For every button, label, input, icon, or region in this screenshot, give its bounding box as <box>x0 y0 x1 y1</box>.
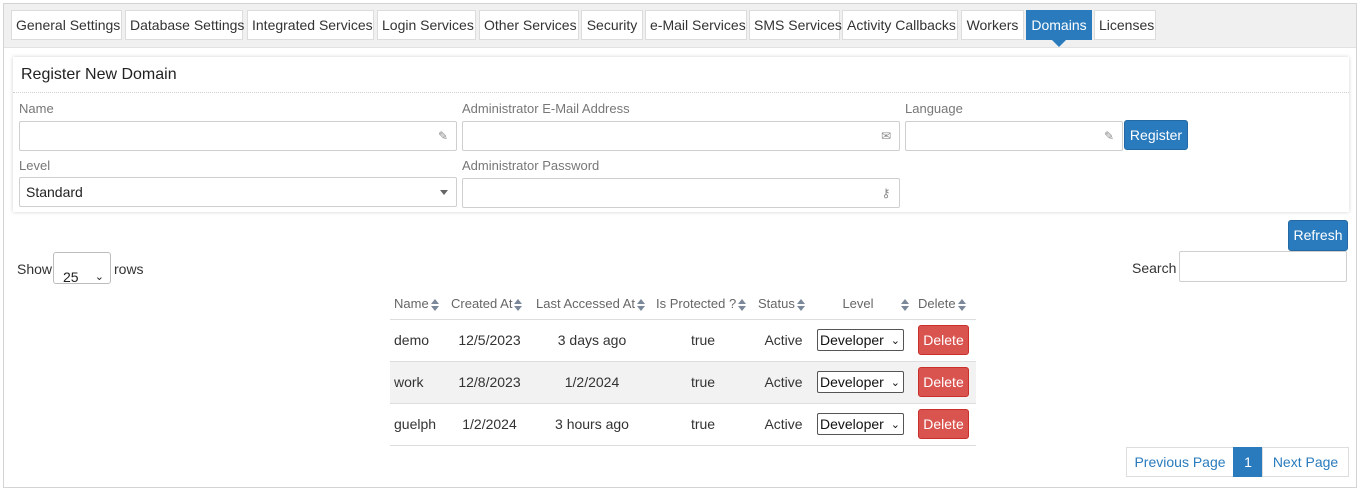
page-1-button[interactable]: 1 <box>1233 447 1263 477</box>
email-label: Administrator E-Mail Address <box>462 101 630 116</box>
tab-domains[interactable]: Domains <box>1026 10 1092 47</box>
tab-login-services[interactable]: Login Services <box>377 10 476 40</box>
active-tab-caret <box>1051 39 1067 47</box>
pencil-icon: ✎ <box>1103 129 1115 143</box>
chevron-down-icon: ⌄ <box>890 419 900 431</box>
sort-icon <box>901 298 910 311</box>
language-input[interactable]: ✎ <box>905 121 1123 151</box>
cell-level: Developer ⌄ <box>813 361 914 404</box>
cell-delete: Delete <box>914 361 976 404</box>
cell-last-accessed: 3 days ago <box>532 319 652 362</box>
level-select[interactable]: Standard <box>19 177 457 207</box>
cell-created-at: 12/8/2023 <box>447 361 532 404</box>
name-label: Name <box>19 101 54 116</box>
cell-name: demo <box>390 319 447 362</box>
tab-other-services[interactable]: Other Services <box>479 10 579 40</box>
delete-button[interactable]: Delete <box>918 325 969 355</box>
previous-page-button[interactable]: Previous Page <box>1126 447 1234 477</box>
tab-security[interactable]: Security <box>581 10 643 40</box>
rows-select-value: 25 <box>63 269 79 285</box>
tab-database-settings[interactable]: Database Settings <box>125 10 244 40</box>
column-header-name[interactable]: Name <box>390 289 447 320</box>
cell-level: Developer ⌄ <box>813 403 914 446</box>
cell-is-protected: true <box>652 319 754 362</box>
language-label: Language <box>905 101 963 116</box>
cell-delete: Delete <box>914 403 976 446</box>
sort-icon <box>514 298 523 311</box>
cell-is-protected: true <box>652 361 754 404</box>
level-label: Level <box>19 158 51 173</box>
table-header-row: Name Created At Last Accessed At Is Prot… <box>390 289 976 320</box>
email-input[interactable]: ✉ <box>462 121 900 151</box>
sort-icon <box>957 298 967 311</box>
column-header-last-accessed[interactable]: Last Accessed At <box>532 289 652 320</box>
chevron-down-icon: ⌄ <box>890 377 900 389</box>
rows-label: rows <box>114 261 144 277</box>
panel-divider <box>13 92 1349 93</box>
register-domain-panel: Register New Domain Name ✎ Administrator… <box>13 57 1349 212</box>
register-button[interactable]: Register <box>1124 120 1188 150</box>
delete-button[interactable]: Delete <box>918 409 969 439</box>
column-header-delete[interactable]: Delete <box>914 289 976 320</box>
cell-level: Developer ⌄ <box>813 319 914 362</box>
chevron-down-icon <box>440 190 448 195</box>
tab-licenses[interactable]: Licenses <box>1094 10 1156 40</box>
table-row: guelph 1/2/2024 3 hours ago true Active … <box>390 403 976 446</box>
pagination: Previous Page 1 Next Page <box>1126 447 1349 477</box>
name-input[interactable]: ✎ <box>19 121 457 151</box>
password-input[interactable]: ⚷ <box>462 178 900 208</box>
search-input[interactable] <box>1179 251 1347 282</box>
show-label: Show <box>17 261 53 277</box>
column-header-created-at[interactable]: Created At <box>447 289 532 320</box>
level-dropdown[interactable]: Developer ⌄ <box>817 371 904 393</box>
cell-created-at: 12/5/2023 <box>447 319 532 362</box>
chevron-down-icon: ⌄ <box>94 271 104 283</box>
rows-select[interactable]: 25 ⌄ <box>53 252 111 285</box>
envelope-icon: ✉ <box>880 129 892 143</box>
password-label: Administrator Password <box>462 158 600 173</box>
tab-domains-label: Domains <box>1031 17 1087 33</box>
cell-status: Active <box>754 319 813 362</box>
sort-icon <box>738 298 747 311</box>
tab-integrated-services[interactable]: Integrated Services <box>247 10 374 40</box>
cell-created-at: 1/2/2024 <box>447 403 532 446</box>
pencil-icon: ✎ <box>437 129 449 143</box>
level-select-value: Standard <box>26 184 83 200</box>
table-row: demo 12/5/2023 3 days ago true Active De… <box>390 319 976 362</box>
cell-status: Active <box>754 361 813 404</box>
tab-activity-callbacks[interactable]: Activity Callbacks <box>842 10 958 40</box>
panel-title: Register New Domain <box>21 66 177 83</box>
settings-window: General Settings Database Settings Integ… <box>3 3 1357 488</box>
cell-status: Active <box>754 403 813 446</box>
sort-icon <box>637 298 646 311</box>
tab-sms-services[interactable]: SMS Services <box>749 10 842 40</box>
level-dropdown[interactable]: Developer ⌄ <box>817 413 904 435</box>
domains-table: Name Created At Last Accessed At Is Prot… <box>390 289 976 446</box>
sort-icon <box>430 298 440 311</box>
tab-workers[interactable]: Workers <box>961 10 1024 40</box>
cell-name: work <box>390 361 447 404</box>
key-icon: ⚷ <box>881 186 891 200</box>
delete-button[interactable]: Delete <box>918 367 969 397</box>
cell-last-accessed: 1/2/2024 <box>532 361 652 404</box>
level-dropdown[interactable]: Developer ⌄ <box>817 329 904 351</box>
tab-bar: General Settings Database Settings Integ… <box>4 4 1356 48</box>
sort-icon <box>796 298 806 311</box>
chevron-down-icon: ⌄ <box>890 335 900 347</box>
cell-is-protected: true <box>652 403 754 446</box>
tab-general-settings[interactable]: General Settings <box>11 10 122 40</box>
column-header-level[interactable]: Level <box>813 289 914 320</box>
column-header-is-protected[interactable]: Is Protected ? <box>652 289 754 320</box>
table-row: work 12/8/2023 1/2/2024 true Active Deve… <box>390 361 976 404</box>
column-header-status[interactable]: Status <box>754 289 813 320</box>
tab-email-services[interactable]: e-Mail Services <box>645 10 747 40</box>
refresh-button[interactable]: Refresh <box>1288 220 1348 251</box>
cell-name: guelph <box>390 403 447 446</box>
search-label: Search <box>1132 260 1177 276</box>
next-page-button[interactable]: Next Page <box>1262 447 1349 477</box>
cell-delete: Delete <box>914 319 976 362</box>
cell-last-accessed: 3 hours ago <box>532 403 652 446</box>
